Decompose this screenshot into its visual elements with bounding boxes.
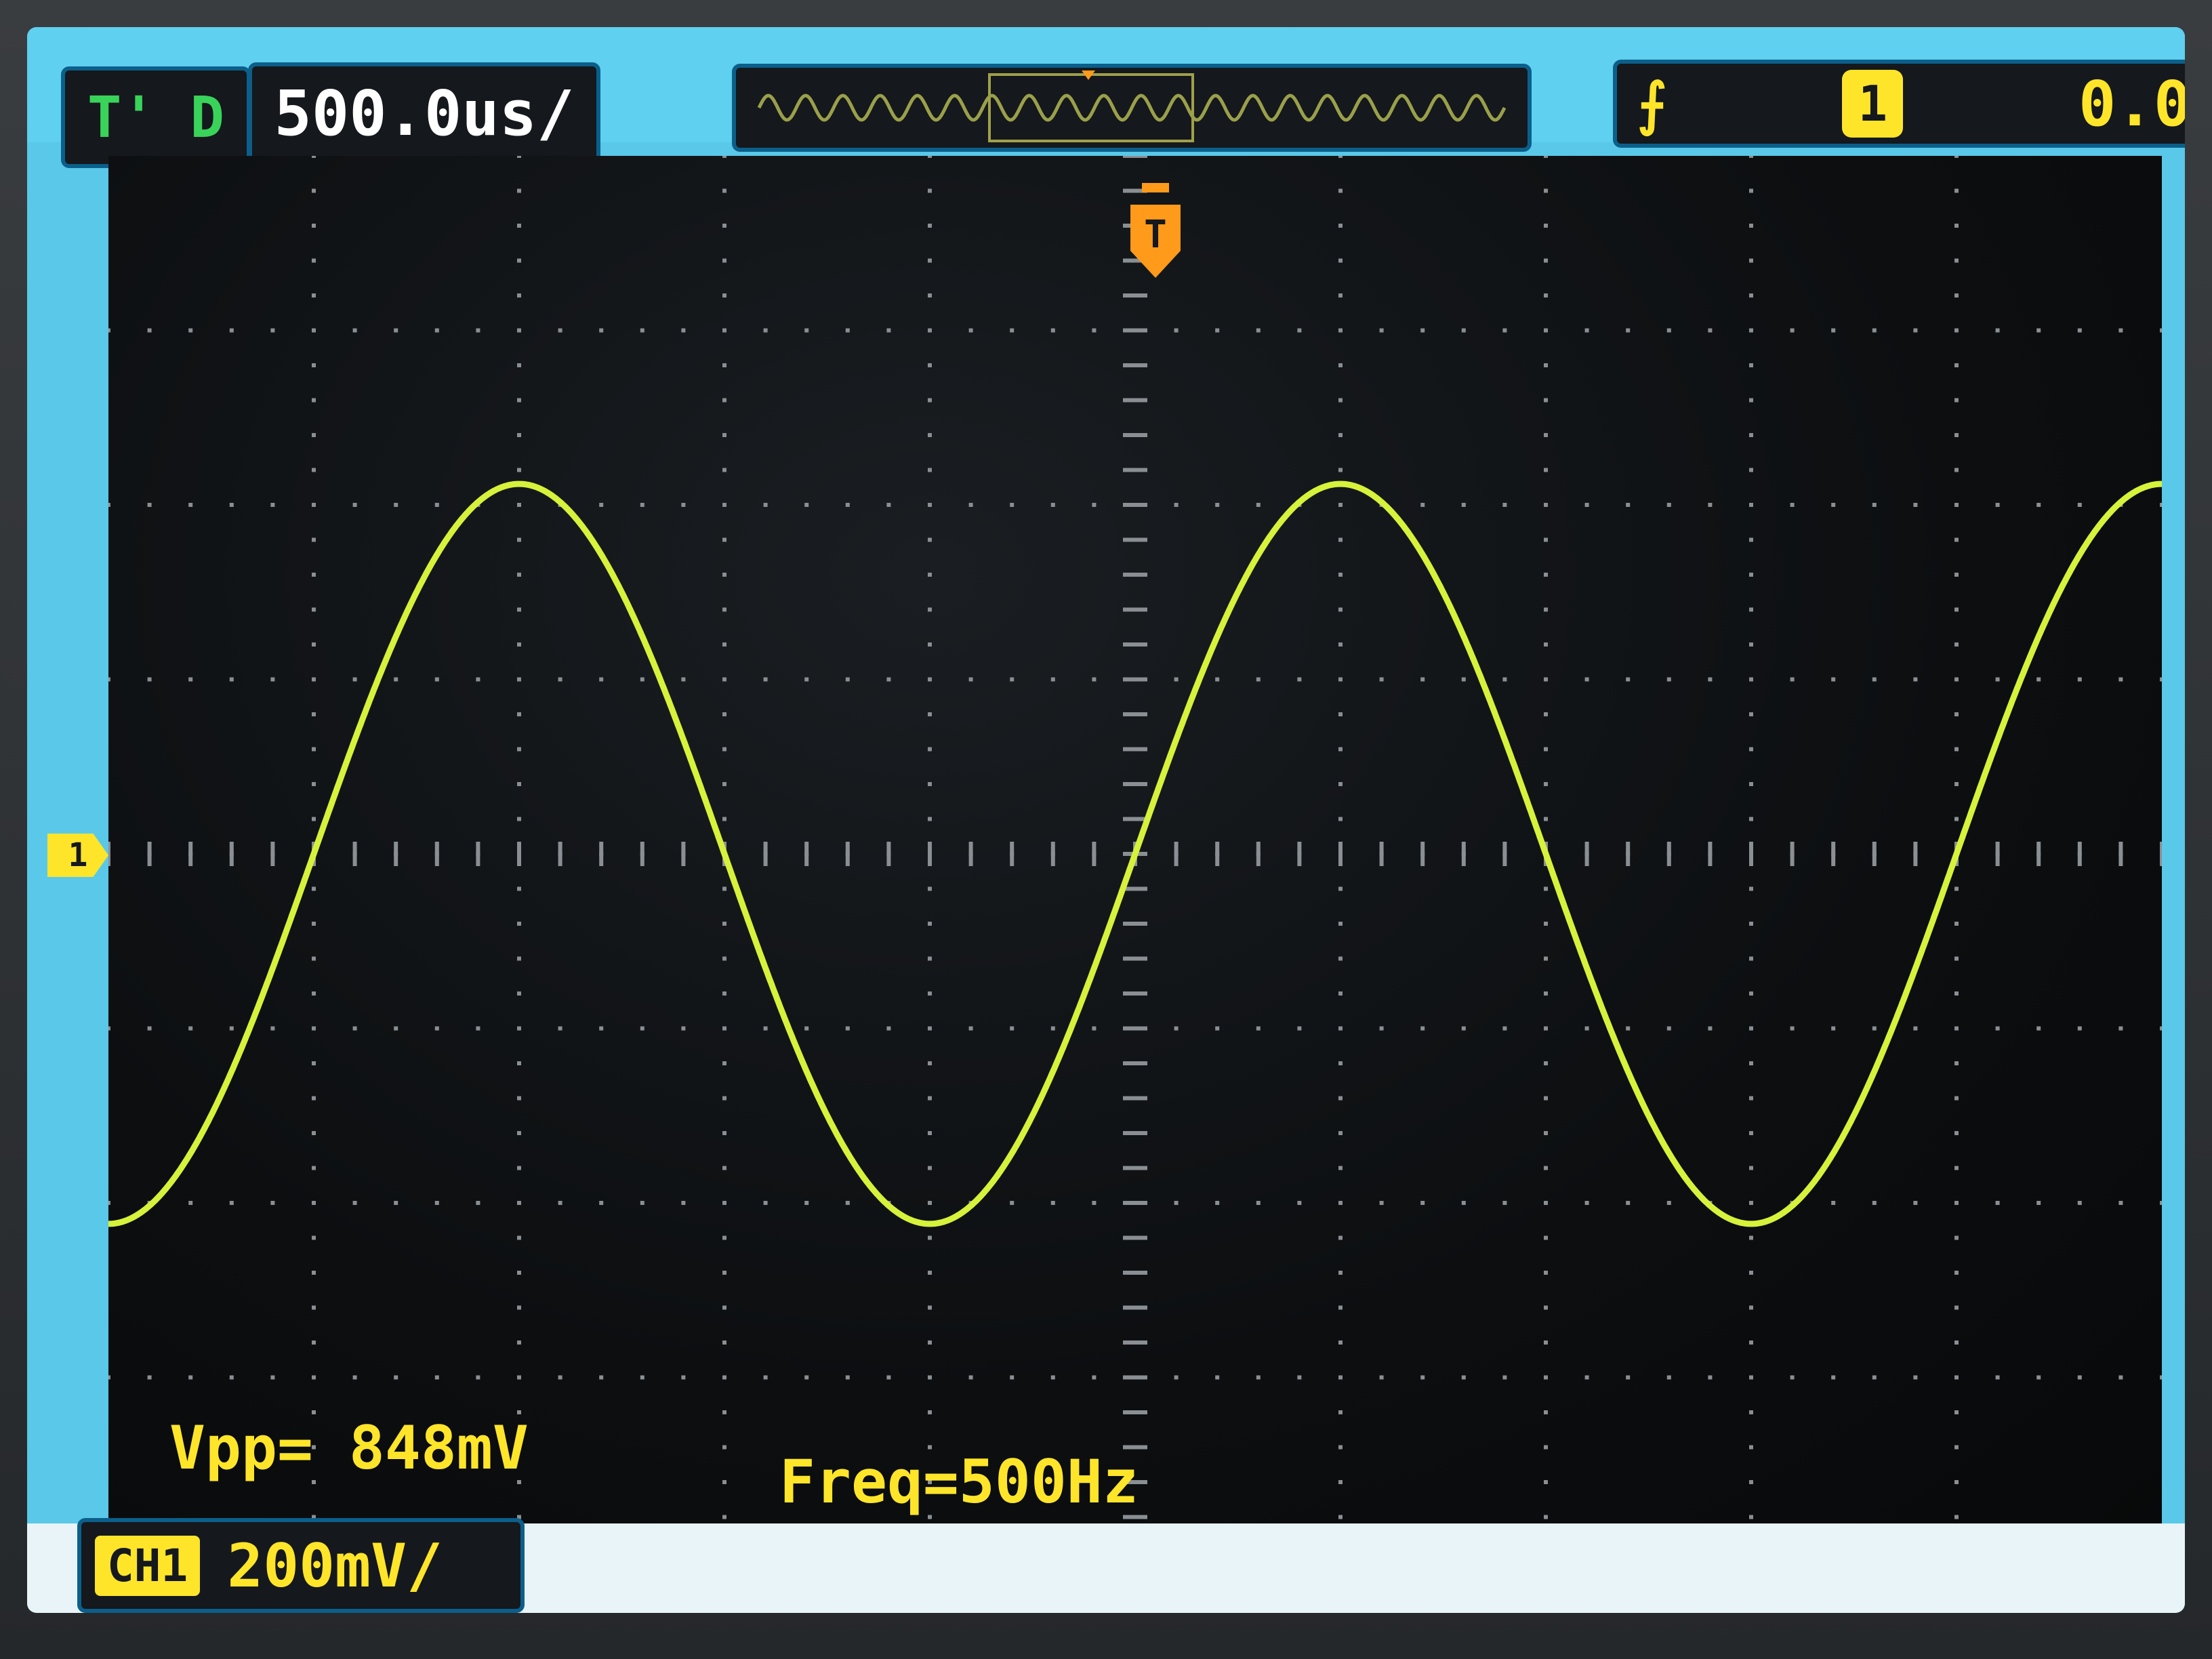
overview-waveform [757, 94, 1507, 122]
graticule: T [106, 154, 2164, 1519]
channel1-ground-marker[interactable]: 1 [47, 834, 108, 877]
overview-trace [757, 70, 1507, 142]
trigger-readout[interactable]: ⨍ 1 0.00V [1613, 60, 2185, 148]
trigger-channel-badge: 1 [1842, 70, 1904, 138]
channel1-scale: 200mV/ [227, 1530, 443, 1601]
mode-label: T' D [87, 84, 225, 150]
graticule-grid [106, 154, 2164, 1519]
waveform-overview [732, 64, 1532, 152]
timebase-mode-indicator: T' D [61, 66, 251, 168]
oscilloscope-bezel: T' D 500.0us/ ⨍ 1 0.00V T [0, 0, 2212, 1659]
trigger-position-marker: T [1130, 183, 1181, 278]
freq-measurement: Freq=500Hz [779, 1447, 1139, 1517]
channel1-trace [106, 480, 2164, 1227]
rising-edge-icon: ⨍ [1637, 70, 1667, 137]
channel1-badge: CH1 [95, 1535, 201, 1596]
waveform-display: T Vpp= 848mV Freq=500Hz [106, 154, 2164, 1552]
svg-text:T: T [1144, 213, 1167, 257]
trigger-level: 0.00V [2078, 67, 2185, 140]
channel1-scale-readout[interactable]: CH1 200mV/ [77, 1518, 525, 1613]
timebase-value: 500.0us/ [274, 77, 575, 150]
vpp-measurement: Vpp= 848mV [169, 1413, 529, 1483]
timebase-readout[interactable]: 500.0us/ [248, 62, 600, 164]
oscilloscope-screen: T' D 500.0us/ ⨍ 1 0.00V T [27, 27, 2185, 1613]
